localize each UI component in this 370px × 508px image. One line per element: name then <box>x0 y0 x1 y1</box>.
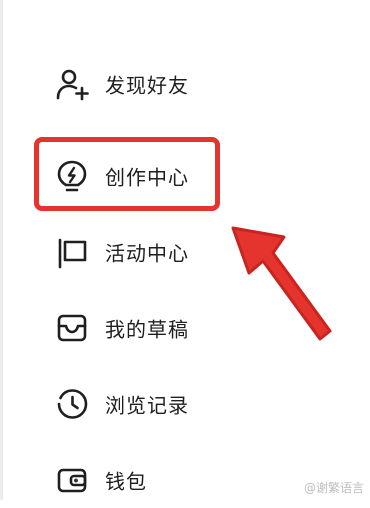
inbox-tray-icon <box>52 308 92 348</box>
flag-icon <box>52 232 92 272</box>
menu-item-my-drafts[interactable]: 我的草稿 <box>0 300 300 356</box>
wallet-icon <box>52 460 92 500</box>
menu-item-label: 活动中心 <box>105 241 189 266</box>
menu-item-label: 浏览记录 <box>105 393 189 418</box>
highlight-box <box>34 137 220 211</box>
add-user-icon <box>52 64 92 104</box>
menu-item-label: 我的草稿 <box>105 317 189 342</box>
watermark-text: @谢繁语言 <box>303 481 364 495</box>
menu-item-label: 发现好友 <box>105 73 189 98</box>
menu-item-label: 钱包 <box>105 469 147 494</box>
menu-item-activity-center[interactable]: 活动中心 <box>0 224 300 280</box>
menu-item-discover-friends[interactable]: 发现好友 <box>0 56 300 112</box>
history-clock-icon <box>52 384 92 424</box>
menu-item-browse-history[interactable]: 浏览记录 <box>0 376 300 432</box>
